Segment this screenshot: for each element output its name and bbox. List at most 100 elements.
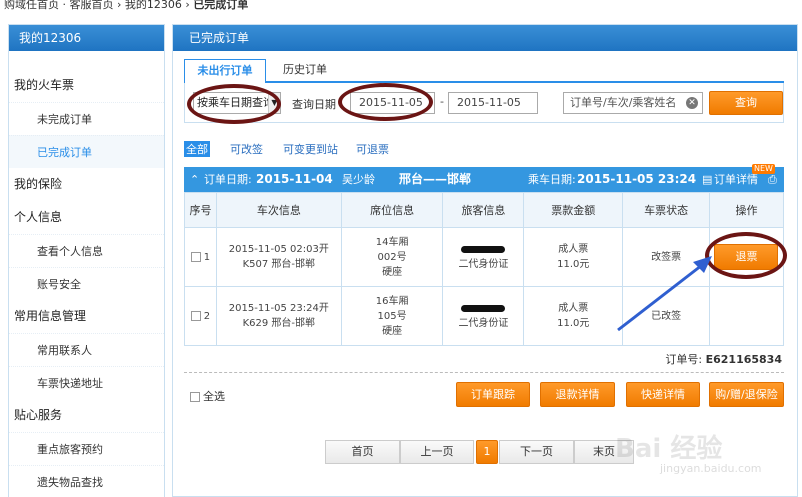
sidebar-item-unfinished-orders[interactable]: 未完成订单 (9, 102, 164, 135)
tab-bar: 未出行订单 历史订单 (184, 59, 784, 83)
order-number-label: 订单号: (665, 353, 703, 366)
sidebar-section-common-info[interactable]: 常用信息管理 (9, 300, 164, 333)
order-number: 订单号: E621165834 (184, 351, 782, 367)
col-header: 车票状态 (622, 192, 710, 228)
watermark-url: jingyan.baidu.com (660, 462, 762, 475)
sidebar-item-completed-orders[interactable]: 已完成订单 (9, 135, 164, 168)
document-icon: ▤ (702, 173, 713, 186)
table-header-row: 序号 车次信息 席位信息 旅客信息 票款金额 车票状态 操作 (184, 192, 785, 228)
train-info: K629 邢台-邯郸 (242, 318, 316, 329)
tab-history-orders[interactable]: 历史订单 (272, 59, 338, 83)
clear-icon[interactable]: ✕ (686, 97, 698, 109)
seat-number: 002号 (377, 251, 407, 263)
sidebar: 我的12306 我的火车票 未完成订单 已完成订单 我的保险 个人信息 查看个人… (8, 24, 165, 497)
col-header: 票款金额 (523, 192, 624, 228)
filter-all[interactable]: 全部 (184, 141, 210, 157)
ride-date: 2015-11-05 23:24 (577, 172, 697, 186)
col-header: 操作 (708, 192, 785, 228)
sidebar-section-services[interactable]: 贴心服务 (9, 399, 164, 432)
divider (184, 372, 784, 373)
ticket-type: 成人票 (558, 303, 589, 314)
col-header: 车次信息 (215, 192, 342, 228)
insurance-button[interactable]: 购/赠/退保险 (709, 382, 784, 407)
sidebar-item-view-profile[interactable]: 查看个人信息 (9, 234, 164, 267)
delivery-detail-button[interactable]: 快递详情 (626, 382, 700, 407)
row-checkbox[interactable] (190, 251, 201, 262)
breadcrumb-current: 已完成订单 (193, 0, 249, 11)
pager-first[interactable]: 首页 (325, 440, 400, 464)
order-date: 2015-11-04 (256, 172, 333, 186)
ticket-price: 11.0元 (557, 259, 590, 270)
search-panel: 按乘车日期查询 ▼ 查询日期 2015-11-05 - 2015-11-05 订… (184, 83, 784, 123)
breadcrumb-sep: › (117, 0, 122, 11)
breadcrumb: 购域任首页 · 客服首页 › 我的12306 › 已完成订单 (0, 0, 802, 18)
row-action-empty (708, 286, 785, 346)
main-panel: 已完成订单 未出行订单 历史订单 按乘车日期查询 ▼ 查询日期 2015-11-… (172, 24, 798, 497)
date-separator: - (440, 95, 444, 108)
ticket-price: 11.0元 (557, 318, 590, 329)
pager-current[interactable]: 1 (476, 440, 498, 464)
seat-number: 105号 (377, 310, 407, 322)
pager-next[interactable]: 下一页 (499, 440, 574, 464)
sidebar-item-contacts[interactable]: 常用联系人 (9, 333, 164, 366)
sidebar-item-delivery-address[interactable]: 车票快递地址 (9, 366, 164, 399)
seat-type: 硬座 (382, 325, 403, 337)
keyword-input[interactable]: 订单号/车次/乘客姓名 ✕ (563, 92, 703, 114)
date-to-input[interactable]: 2015-11-05 (448, 92, 538, 114)
breadcrumb-sep: › (185, 0, 190, 11)
watermark-logo: Bai 经验 (615, 434, 723, 464)
keyword-placeholder: 订单号/车次/乘客姓名 (570, 96, 677, 109)
chevron-down-icon: ▼ (268, 93, 280, 113)
row-number: 1 (203, 251, 211, 263)
seat-type: 硬座 (382, 266, 403, 278)
breadcrumb-my12306[interactable]: 我的12306 (125, 0, 182, 11)
passenger-name: 吴少龄 (342, 173, 375, 186)
row-checkbox[interactable] (190, 310, 201, 321)
select-all[interactable]: 全选 (190, 388, 225, 404)
redacted-name (461, 245, 506, 253)
sidebar-section-personal-info[interactable]: 个人信息 (9, 201, 164, 234)
col-header: 席位信息 (340, 192, 444, 228)
query-button[interactable]: 查询 (709, 91, 783, 115)
redacted-name (461, 304, 506, 312)
route: 邢台——邯郸 (399, 172, 472, 186)
order-date-label: 订单日期: (204, 173, 252, 186)
train-info: K507 邢台-邯郸 (242, 259, 316, 270)
departure-time: 2015-11-05 23:24开 (228, 303, 329, 314)
ticket-type: 成人票 (558, 244, 589, 255)
col-header: 旅客信息 (442, 192, 525, 228)
table-row: 2 2015-11-05 23:24开 K629 邢台-邯郸 16车厢 105号 硬座… (184, 286, 785, 346)
departure-time: 2015-11-05 02:03开 (228, 244, 329, 255)
collapse-icon[interactable]: ⌃ (190, 167, 199, 192)
sidebar-section-insurance[interactable]: 我的保险 (9, 168, 164, 201)
refund-detail-button[interactable]: 退款详情 (540, 382, 615, 407)
car-number: 14车厢 (375, 236, 409, 248)
id-type: 二代身份证 (458, 318, 509, 329)
select-all-label: 全选 (203, 390, 225, 403)
sidebar-section-my-tickets[interactable]: 我的火车票 (9, 69, 164, 102)
new-badge: NEW (752, 164, 775, 174)
page-title: 已完成订单 (173, 25, 797, 51)
row-number: 2 (203, 310, 211, 322)
filter-refundable[interactable]: 可退票 (356, 141, 389, 157)
filter-changeable[interactable]: 可改签 (230, 141, 263, 157)
order-header: ⌃ 订单日期: 2015-11-04 吴少龄 邢台——邯郸 乘车日期: 2015… (184, 167, 784, 192)
sidebar-item-priority-booking[interactable]: 重点旅客预约 (9, 432, 164, 465)
select-all-checkbox[interactable] (190, 392, 200, 402)
date-from-input[interactable]: 2015-11-05 (350, 92, 435, 114)
sidebar-item-lost-items[interactable]: 遗失物品查找 (9, 465, 164, 497)
filter-change-destination[interactable]: 可变更到站 (283, 141, 338, 157)
track-order-button[interactable]: 订单跟踪 (456, 382, 530, 407)
orders-table: 序号 车次信息 席位信息 旅客信息 票款金额 车票状态 操作 1 2015-11… (184, 192, 785, 346)
breadcrumb-root[interactable]: 购域任首页 · 客服首页 (4, 0, 114, 11)
sidebar-header[interactable]: 我的12306 (9, 25, 164, 51)
date-label: 查询日期 (292, 98, 336, 111)
sidebar-item-account-security[interactable]: 账号安全 (9, 267, 164, 300)
tab-upcoming-orders[interactable]: 未出行订单 (184, 59, 266, 83)
refund-button[interactable]: 退票 (714, 244, 779, 270)
id-type: 二代身份证 (458, 259, 509, 270)
pager-prev[interactable]: 上一页 (400, 440, 474, 464)
col-header: 序号 (184, 192, 217, 228)
table-row: 1 2015-11-05 02:03开 K507 邢台-邯郸 14车厢 002号硬座… (184, 227, 785, 287)
query-type-select[interactable]: 按乘车日期查询 ▼ (193, 92, 281, 114)
